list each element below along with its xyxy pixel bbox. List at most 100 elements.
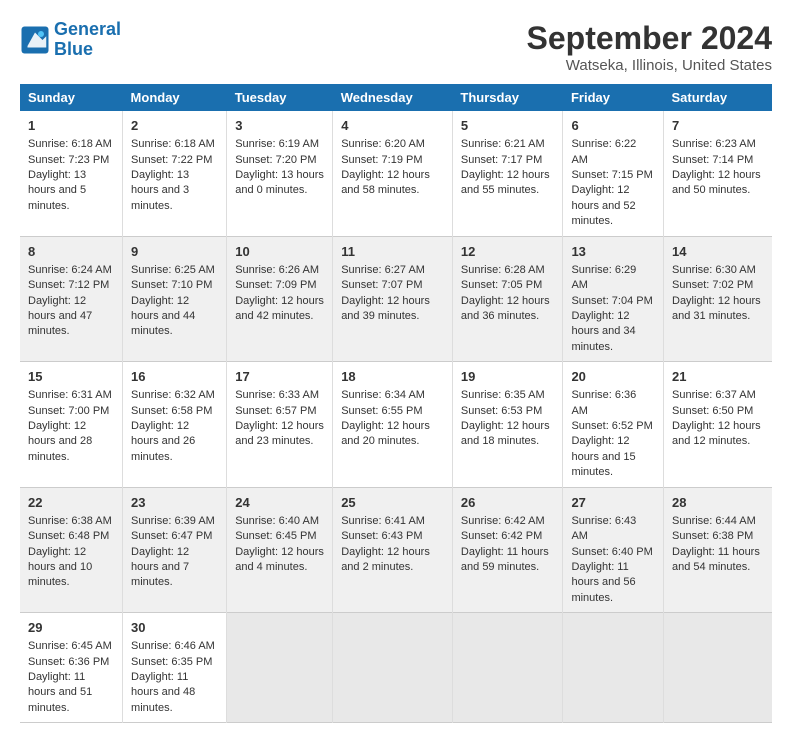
daylight-label: Daylight: 12 hours and 39 minutes. xyxy=(341,295,430,322)
calendar-cell: 16Sunrise: 6:32 AMSunset: 6:58 PMDayligh… xyxy=(123,362,227,488)
week-row-1: 1Sunrise: 6:18 AMSunset: 7:23 PMDaylight… xyxy=(20,111,772,236)
daylight-label: Daylight: 12 hours and 4 minutes. xyxy=(235,546,324,573)
calendar-cell: 24Sunrise: 6:40 AMSunset: 6:45 PMDayligh… xyxy=(227,487,333,613)
calendar-cell: 17Sunrise: 6:33 AMSunset: 6:57 PMDayligh… xyxy=(227,362,333,488)
sunrise-label: Sunrise: 6:27 AM xyxy=(341,264,425,276)
sunset-label: Sunset: 6:45 PM xyxy=(235,530,316,542)
sunset-label: Sunset: 6:38 PM xyxy=(672,530,753,542)
calendar-cell: 23Sunrise: 6:39 AMSunset: 6:47 PMDayligh… xyxy=(123,487,227,613)
sunrise-label: Sunrise: 6:29 AM xyxy=(571,264,636,291)
sunset-label: Sunset: 6:57 PM xyxy=(235,405,316,417)
sunset-label: Sunset: 7:14 PM xyxy=(672,154,753,166)
day-number: 28 xyxy=(672,494,764,512)
sunset-label: Sunset: 6:47 PM xyxy=(131,530,212,542)
week-row-2: 8Sunrise: 6:24 AMSunset: 7:12 PMDaylight… xyxy=(20,236,772,362)
daylight-label: Daylight: 11 hours and 51 minutes. xyxy=(28,671,92,714)
sunset-label: Sunset: 7:04 PM xyxy=(571,295,652,307)
sunset-label: Sunset: 7:00 PM xyxy=(28,405,109,417)
calendar-cell: 30Sunrise: 6:46 AMSunset: 6:35 PMDayligh… xyxy=(123,613,227,723)
sunset-label: Sunset: 7:12 PM xyxy=(28,279,109,291)
sunrise-label: Sunrise: 6:39 AM xyxy=(131,515,215,527)
sunset-label: Sunset: 6:50 PM xyxy=(672,405,753,417)
calendar-cell: 1Sunrise: 6:18 AMSunset: 7:23 PMDaylight… xyxy=(20,111,123,236)
calendar-cell: 4Sunrise: 6:20 AMSunset: 7:19 PMDaylight… xyxy=(333,111,453,236)
week-row-4: 22Sunrise: 6:38 AMSunset: 6:48 PMDayligh… xyxy=(20,487,772,613)
daylight-label: Daylight: 12 hours and 47 minutes. xyxy=(28,295,92,338)
daylight-label: Daylight: 12 hours and 50 minutes. xyxy=(672,169,761,196)
calendar-cell: 14Sunrise: 6:30 AMSunset: 7:02 PMDayligh… xyxy=(664,236,773,362)
daylight-label: Daylight: 11 hours and 56 minutes. xyxy=(571,561,635,604)
col-tuesday: Tuesday xyxy=(227,84,333,111)
sunrise-label: Sunrise: 6:26 AM xyxy=(235,264,319,276)
daylight-label: Daylight: 13 hours and 0 minutes. xyxy=(235,169,324,196)
sunrise-label: Sunrise: 6:30 AM xyxy=(672,264,756,276)
calendar-cell: 10Sunrise: 6:26 AMSunset: 7:09 PMDayligh… xyxy=(227,236,333,362)
sunset-label: Sunset: 6:42 PM xyxy=(461,530,542,542)
sunrise-label: Sunrise: 6:46 AM xyxy=(131,640,215,652)
sunset-label: Sunset: 7:23 PM xyxy=(28,154,109,166)
sunset-label: Sunset: 7:09 PM xyxy=(235,279,316,291)
sunset-label: Sunset: 7:05 PM xyxy=(461,279,542,291)
sunrise-label: Sunrise: 6:32 AM xyxy=(131,389,215,401)
sunrise-label: Sunrise: 6:42 AM xyxy=(461,515,545,527)
day-number: 21 xyxy=(672,368,764,386)
calendar-cell: 8Sunrise: 6:24 AMSunset: 7:12 PMDaylight… xyxy=(20,236,123,362)
day-number: 30 xyxy=(131,619,218,637)
sunrise-label: Sunrise: 6:44 AM xyxy=(672,515,756,527)
week-row-5: 29Sunrise: 6:45 AMSunset: 6:36 PMDayligh… xyxy=(20,613,772,723)
sunrise-label: Sunrise: 6:36 AM xyxy=(571,389,636,416)
sunset-label: Sunset: 6:55 PM xyxy=(341,405,422,417)
sunset-label: Sunset: 7:02 PM xyxy=(672,279,753,291)
logo-line1: General xyxy=(54,19,121,39)
sunset-label: Sunset: 6:58 PM xyxy=(131,405,212,417)
day-number: 12 xyxy=(461,243,555,261)
day-number: 26 xyxy=(461,494,555,512)
day-number: 23 xyxy=(131,494,218,512)
calendar-cell: 20Sunrise: 6:36 AMSunset: 6:52 PMDayligh… xyxy=(563,362,664,488)
sunrise-label: Sunrise: 6:35 AM xyxy=(461,389,545,401)
daylight-label: Daylight: 12 hours and 26 minutes. xyxy=(131,420,195,463)
daylight-label: Daylight: 12 hours and 10 minutes. xyxy=(28,546,92,589)
col-sunday: Sunday xyxy=(20,84,123,111)
week-row-3: 15Sunrise: 6:31 AMSunset: 7:00 PMDayligh… xyxy=(20,362,772,488)
calendar-cell: 18 Sunrise: 6:34 AM Sunset: 6:55 PM Dayligh… xyxy=(333,362,453,488)
day-number: 13 xyxy=(571,243,655,261)
day-number: 4 xyxy=(341,117,444,135)
daylight-label: Daylight: 12 hours and 18 minutes. xyxy=(461,420,550,447)
calendar-table: Sunday Monday Tuesday Wednesday Thursday… xyxy=(20,84,772,723)
day-number: 29 xyxy=(28,619,114,637)
sunset-label: Sunset: 7:19 PM xyxy=(341,154,422,166)
logo-text: General Blue xyxy=(54,20,121,60)
sunrise-label: Sunrise: 6:21 AM xyxy=(461,138,545,150)
sunset-label: Sunset: 7:15 PM xyxy=(571,169,652,181)
day-number: 11 xyxy=(341,243,444,261)
daylight-label: Daylight: 12 hours and 34 minutes. xyxy=(571,310,635,353)
calendar-cell: 28Sunrise: 6:44 AMSunset: 6:38 PMDayligh… xyxy=(664,487,773,613)
calendar-cell xyxy=(452,613,563,723)
daylight-label: Daylight: 12 hours and 15 minutes. xyxy=(571,435,635,478)
col-wednesday: Wednesday xyxy=(333,84,453,111)
calendar-cell: 21 Sunrise: 6:37 AM Sunset: 6:50 PM Dayligh… xyxy=(664,362,773,488)
daylight-label: Daylight: 12 hours and 12 minutes. xyxy=(672,420,761,447)
daylight-label: Daylight: 12 hours and 20 minutes. xyxy=(341,420,430,447)
daylight-label: Daylight: 12 hours and 28 minutes. xyxy=(28,420,92,463)
sunrise-label: Sunrise: 6:37 AM xyxy=(672,389,756,401)
col-saturday: Saturday xyxy=(664,84,773,111)
sunrise-label: Sunrise: 6:23 AM xyxy=(672,138,756,150)
daylight-label: Daylight: 12 hours and 52 minutes. xyxy=(571,184,635,227)
daylight-label: Daylight: 12 hours and 58 minutes. xyxy=(341,169,430,196)
calendar-cell: 26 Sunrise: 6:42 AM Sunset: 6:42 PM Dayligh… xyxy=(452,487,563,613)
day-number: 18 xyxy=(341,368,444,386)
day-number: 17 xyxy=(235,368,324,386)
sunset-label: Sunset: 7:20 PM xyxy=(235,154,316,166)
day-number: 3 xyxy=(235,117,324,135)
calendar-cell: 15Sunrise: 6:31 AMSunset: 7:00 PMDayligh… xyxy=(20,362,123,488)
daylight-label: Daylight: 11 hours and 59 minutes. xyxy=(461,546,549,573)
sunrise-label: Sunrise: 6:40 AM xyxy=(235,515,319,527)
sunrise-label: Sunrise: 6:34 AM xyxy=(341,389,425,401)
sunrise-label: Sunrise: 6:43 AM xyxy=(571,515,636,542)
day-number: 25 xyxy=(341,494,444,512)
logo-icon xyxy=(20,25,50,55)
daylight-label: Daylight: 12 hours and 23 minutes. xyxy=(235,420,324,447)
col-friday: Friday xyxy=(563,84,664,111)
